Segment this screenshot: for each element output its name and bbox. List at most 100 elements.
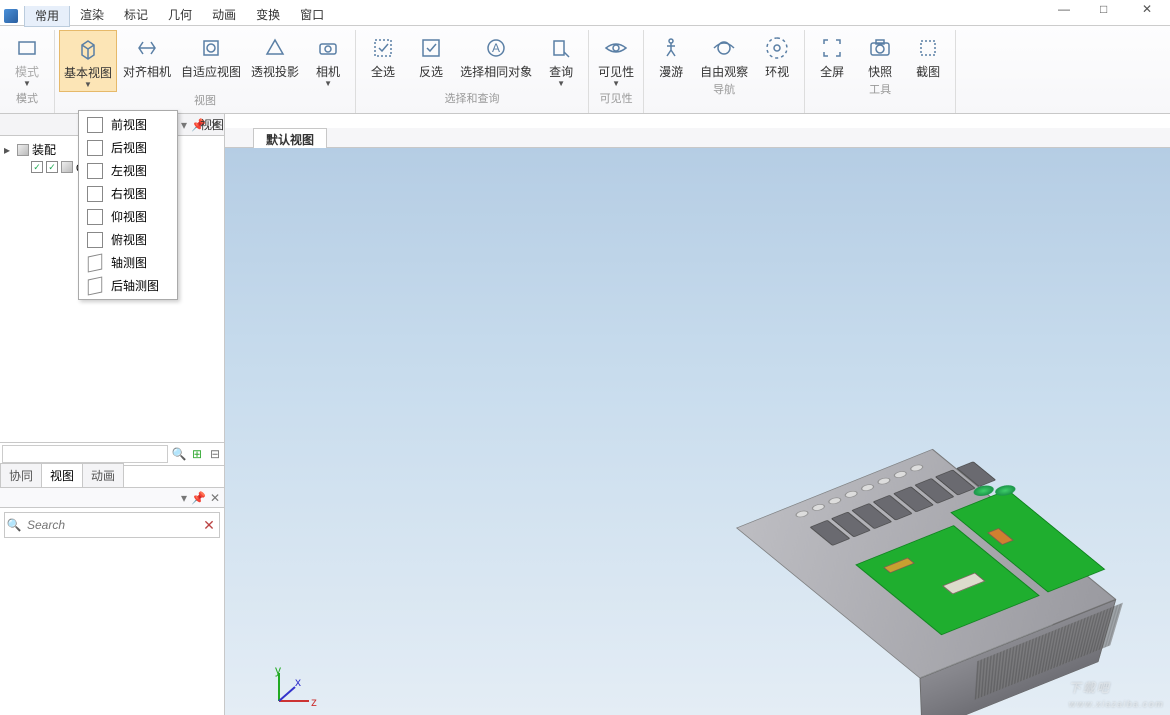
ribbon-透视投影-button[interactable]: 透视投影 [247,30,303,81]
view-option-左视图[interactable]: 左视图 [81,159,175,182]
viewport-3d[interactable]: y x z 下载吧 www.xiazaiba.com [225,148,1170,715]
view-option-前视图[interactable]: 前视图 [81,113,175,136]
tree-search-input[interactable] [2,445,168,463]
ribbon-自由观察-button[interactable]: 自由观察 [696,30,752,81]
ribbon-label: 环视 [765,66,789,79]
ribbon-group-label: 模式 [16,90,38,108]
maximize-button[interactable]: □ [1100,2,1112,14]
orbit-icon [708,32,740,64]
panel2-close-icon[interactable]: ✕ [210,491,220,505]
view-option-label: 右视图 [111,185,147,202]
menu-标记[interactable]: 标记 [114,4,158,27]
ribbon-模式-button[interactable]: 模式▼ [4,30,50,90]
basic-view-dropdown: 前视图后视图左视图右视图仰视图俯视图轴测图后轴测图 [78,110,178,300]
view-option-icon [88,276,102,295]
search-box: 🔍 ✕ [4,512,220,538]
ribbon-漫游-button[interactable]: 漫游 [648,30,694,81]
close-button[interactable]: ✕ [1142,2,1154,14]
view-option-icon [87,209,103,225]
ribbon-选择相同对象-button[interactable]: A选择相同对象 [456,30,536,81]
panel-tabs: 协同视图动画 [0,466,224,488]
ribbon: 模式▼模式基本视图▼对齐相机自适应视图透视投影相机▼视图全选反选A选择相同对象查… [0,26,1170,114]
menu-变换[interactable]: 变换 [246,4,290,27]
ribbon-对齐相机-button[interactable]: 对齐相机 [119,30,175,81]
view-option-icon [87,163,103,179]
menu-窗口[interactable]: 窗口 [290,4,334,27]
menubar: 常用渲染标记几何动画变换窗口 [0,6,1170,26]
search-icon[interactable]: 🔍 [170,447,188,461]
tab-动画[interactable]: 动画 [82,463,124,487]
ribbon-基本视图-button[interactable]: 基本视图▼ [59,30,117,92]
eye-icon [600,32,632,64]
view-option-icon [87,232,103,248]
search-input[interactable] [23,514,199,536]
collapse-icon[interactable]: ⊟ [206,447,224,461]
ribbon-反选-button[interactable]: 反选 [408,30,454,81]
menu-动画[interactable]: 动画 [202,4,246,27]
view-option-label: 左视图 [111,162,147,179]
mode-icon [11,32,43,64]
menu-几何[interactable]: 几何 [158,4,202,27]
view-option-label: 后轴测图 [111,277,159,294]
view-option-label: 前视图 [111,116,147,133]
panel-menu-arrow[interactable]: ▾ [181,118,187,132]
cube-icon [72,33,104,65]
selsame-icon: A [480,32,512,64]
ribbon-label: 可见性 [598,66,634,79]
tab-视图[interactable]: 视图 [41,463,83,487]
ribbon-可见性-button[interactable]: 可见性▼ [593,30,639,90]
app-icon [4,9,18,23]
ribbon-label: 自由观察 [700,66,748,79]
panel2-menu-arrow[interactable]: ▾ [181,491,187,505]
search-big-icon: 🔍 [5,518,23,532]
ribbon-相机-button[interactable]: 相机▼ [305,30,351,90]
view-option-label: 后视图 [111,139,147,156]
ribbon-快照-button[interactable]: 快照 [857,30,903,81]
minimize-button[interactable]: — [1058,2,1070,14]
view-option-俯视图[interactable]: 俯视图 [81,228,175,251]
camera-icon [312,32,344,64]
tree-label: 装配 [32,141,56,158]
view-option-右视图[interactable]: 右视图 [81,182,175,205]
ribbon-label: 截图 [916,66,940,79]
ribbon-全屏-button[interactable]: 全屏 [809,30,855,81]
tree-checkbox[interactable]: ✓ [46,161,58,173]
ribbon-截图-button[interactable]: 截图 [905,30,951,81]
axis-y-label: y [275,663,281,677]
expand-icon[interactable]: ⊞ [188,447,206,461]
view-option-后轴测图[interactable]: 后轴测图 [81,274,175,297]
pin2-icon[interactable]: 📌 [191,491,206,505]
viewport-tab[interactable]: 默认视图 [253,128,327,148]
tab-协同[interactable]: 协同 [0,463,42,487]
ribbon-环视-button[interactable]: 环视 [754,30,800,81]
axis-z-label: z [311,695,317,709]
selall-icon [367,32,399,64]
watermark: 下载吧 www.xiazaiba.com [1069,667,1164,709]
invsel-icon [415,32,447,64]
view-option-label: 俯视图 [111,231,147,248]
ribbon-label: 全选 [371,66,395,79]
ribbon-自适应视图-button[interactable]: 自适应视图 [177,30,245,81]
menu-渲染[interactable]: 渲染 [70,4,114,27]
cube-icon [17,144,29,156]
fit-icon [195,32,227,64]
ribbon-label: 查询 [549,66,573,79]
view-option-仰视图[interactable]: 仰视图 [81,205,175,228]
tree-toggle-icon[interactable]: ▸ [4,143,14,157]
ribbon-group-label: 可见性 [600,90,633,108]
ribbon-group-label: 导航 [713,81,735,99]
view-option-轴测图[interactable]: 轴测图 [81,251,175,274]
view-option-后视图[interactable]: 后视图 [81,136,175,159]
view-option-label: 轴测图 [111,254,147,271]
ribbon-label: 相机 [316,66,340,79]
menu-常用[interactable]: 常用 [24,4,70,27]
ribbon-查询-button[interactable]: 查询▼ [538,30,584,90]
clear-search-icon[interactable]: ✕ [199,517,219,534]
ribbon-label: 自适应视图 [181,66,241,79]
viewport-tabbar [225,128,1170,148]
ribbon-全选-button[interactable]: 全选 [360,30,406,81]
chevron-down-icon: ▼ [557,79,565,88]
tree-checkbox[interactable]: ✓ [31,161,43,173]
view-option-label: 仰视图 [111,208,147,225]
ribbon-group-label: 视图 [194,92,216,110]
